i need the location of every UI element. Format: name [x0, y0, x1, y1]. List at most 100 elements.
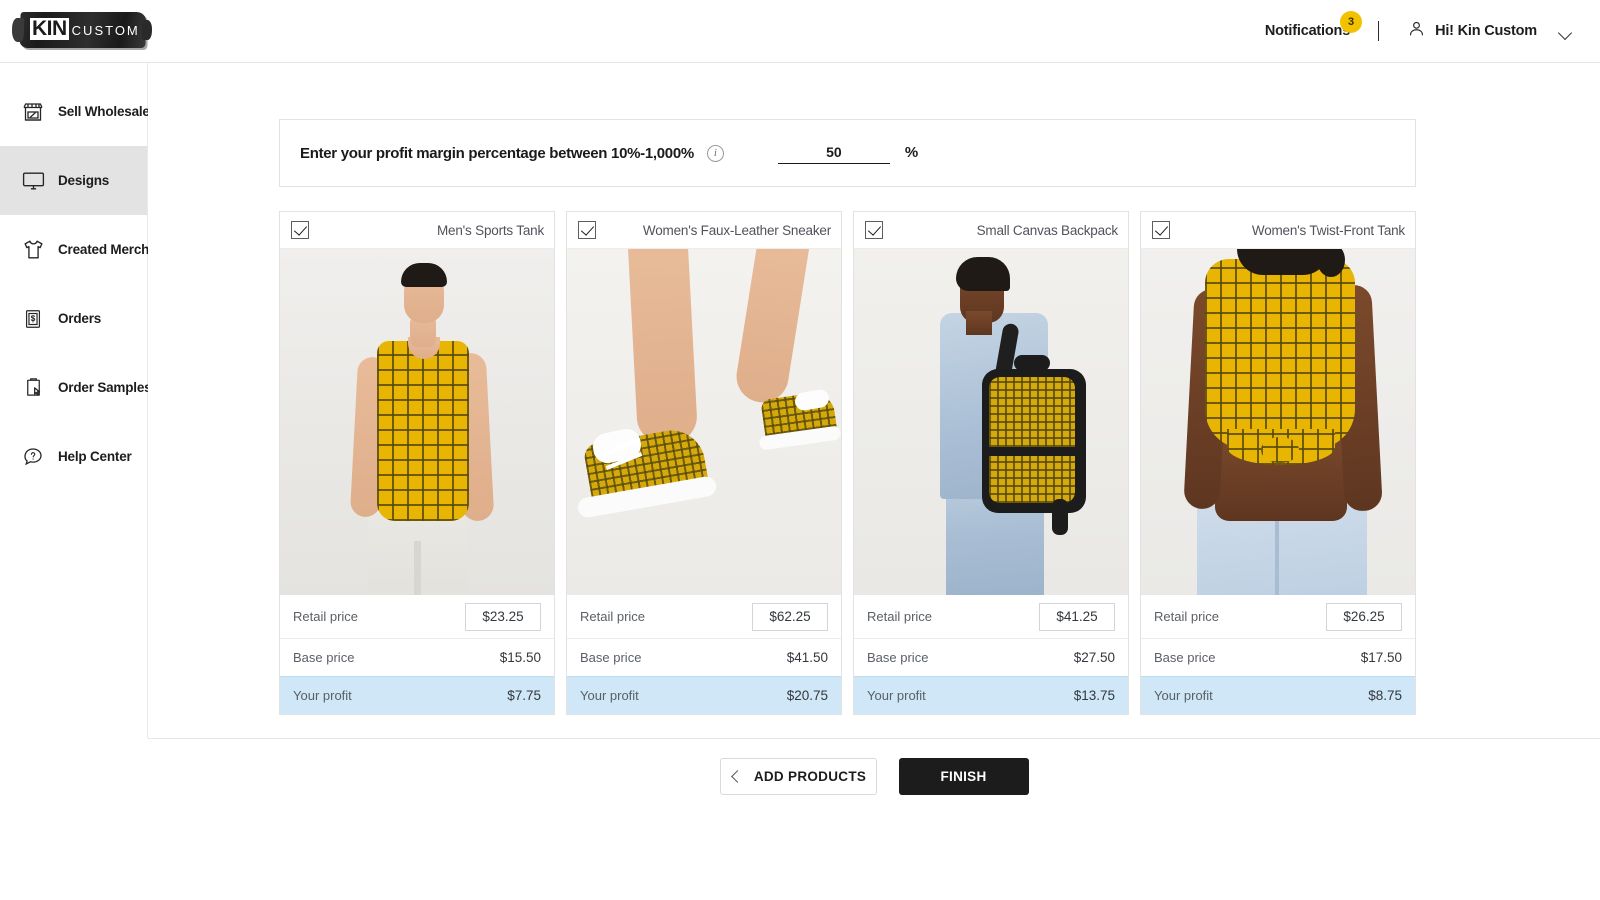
retail-price-label: Retail price	[293, 609, 358, 624]
product-photo-small-canvas-backpack	[854, 249, 1128, 595]
your-profit-value: $13.75	[1074, 688, 1115, 703]
logo-custom-text: CUSTOM	[72, 20, 140, 42]
sidebar-label: Order Samples	[58, 380, 151, 395]
product-card-header: Women's Faux-Leather Sneaker	[567, 212, 841, 249]
add-products-label: ADD PRODUCTS	[754, 769, 866, 784]
chevron-down-icon[interactable]	[1560, 28, 1572, 35]
profit-margin-input-group: %	[778, 143, 918, 164]
sidebar-label: Designs	[58, 173, 109, 188]
retail-price-row: Retail price $41.25	[854, 595, 1128, 638]
sidebar-label: Sell Wholesale	[58, 104, 150, 119]
header-right-group: Notifications 3 Hi! Kin Custom	[1265, 0, 1572, 62]
main-content: Enter your profit margin percentage betw…	[148, 63, 1600, 738]
retail-price-input[interactable]: $23.25	[465, 603, 541, 631]
top-header: KIN CUSTOM Notifications 3 Hi! Kin Custo…	[0, 0, 1600, 63]
sidebar-label: Help Center	[58, 449, 132, 464]
your-profit-value: $8.75	[1368, 688, 1402, 703]
product-checkbox[interactable]	[578, 221, 596, 239]
your-profit-value: $20.75	[787, 688, 828, 703]
product-card-header: Small Canvas Backpack	[854, 212, 1128, 249]
base-price-value: $27.50	[1074, 650, 1115, 665]
your-profit-label: Your profit	[580, 688, 639, 703]
product-card: Women's Faux-Leather Sneaker	[566, 211, 842, 715]
retail-price-row: Retail price $62.25	[567, 595, 841, 638]
user-menu[interactable]: Hi! Kin Custom	[1407, 19, 1572, 43]
sidebar-item-designs[interactable]: Designs	[0, 146, 147, 215]
base-price-value: $17.50	[1361, 650, 1402, 665]
notifications-button[interactable]: Notifications 3	[1265, 23, 1350, 39]
retail-price-label: Retail price	[580, 609, 645, 624]
sidebar-item-created-merch[interactable]: Created Merch	[0, 215, 147, 284]
monitor-icon	[20, 168, 46, 194]
profit-margin-input[interactable]	[778, 143, 890, 164]
chevron-left-icon	[730, 771, 741, 782]
profit-margin-prompt: Enter your profit margin percentage betw…	[300, 145, 694, 162]
finish-button[interactable]: FINISH	[899, 758, 1029, 795]
base-price-label: Base price	[580, 650, 641, 665]
footer-actions: ADD PRODUCTS FINISH	[148, 739, 1600, 900]
storefront-icon	[20, 99, 46, 125]
product-card-header: Women's Twist-Front Tank	[1141, 212, 1415, 249]
base-price-row: Base price $15.50	[280, 638, 554, 676]
product-photo-womens-sneaker	[567, 249, 841, 595]
user-greeting: Hi! Kin Custom	[1435, 23, 1537, 39]
your-profit-row: Your profit $8.75	[1141, 676, 1415, 714]
your-profit-label: Your profit	[867, 688, 926, 703]
retail-price-row: Retail price $26.25	[1141, 595, 1415, 638]
retail-price-label: Retail price	[1154, 609, 1219, 624]
sidebar-item-order-samples[interactable]: Order Samples	[0, 353, 147, 422]
product-title: Women's Twist-Front Tank	[1252, 223, 1405, 238]
kin-custom-logo[interactable]: KIN CUSTOM	[20, 10, 150, 52]
sidebar-item-help-center[interactable]: Help Center	[0, 422, 147, 491]
product-checkbox[interactable]	[291, 221, 309, 239]
base-price-label: Base price	[1154, 650, 1215, 665]
retail-price-label: Retail price	[867, 609, 932, 624]
notifications-badge: 3	[1340, 11, 1362, 33]
product-title: Small Canvas Backpack	[977, 223, 1118, 238]
product-checkbox[interactable]	[1152, 221, 1170, 239]
base-price-row: Base price $27.50	[854, 638, 1128, 676]
sidebar-item-orders[interactable]: Orders	[0, 284, 147, 353]
finish-label: FINISH	[940, 769, 986, 784]
retail-price-input[interactable]: $41.25	[1039, 603, 1115, 631]
product-card-header: Men's Sports Tank	[280, 212, 554, 249]
your-profit-label: Your profit	[293, 688, 352, 703]
retail-price-input[interactable]: $62.25	[752, 603, 828, 631]
percent-symbol: %	[905, 144, 918, 161]
info-icon[interactable]: i	[707, 145, 724, 162]
your-profit-row: Your profit $13.75	[854, 676, 1128, 714]
question-bubble-icon	[20, 444, 46, 470]
base-price-value: $15.50	[500, 650, 541, 665]
your-profit-row: Your profit $7.75	[280, 676, 554, 714]
notifications-label: Notifications	[1265, 23, 1350, 39]
sidebar-label: Orders	[58, 311, 101, 326]
sidebar: Sell Wholesale Designs Created Merch	[0, 63, 148, 738]
product-title: Women's Faux-Leather Sneaker	[643, 223, 831, 238]
base-price-label: Base price	[293, 650, 354, 665]
person-icon	[1407, 19, 1426, 43]
your-profit-label: Your profit	[1154, 688, 1213, 703]
retail-price-row: Retail price $23.25	[280, 595, 554, 638]
product-title: Men's Sports Tank	[437, 223, 544, 238]
sidebar-label: Created Merch	[58, 242, 149, 257]
receipt-dollar-icon	[20, 306, 46, 332]
base-price-value: $41.50	[787, 650, 828, 665]
app-root: KIN CUSTOM Notifications 3 Hi! Kin Custo…	[0, 0, 1600, 900]
base-price-row: Base price $17.50	[1141, 638, 1415, 676]
clipboard-cursor-icon	[20, 375, 46, 401]
product-card: Small Canvas Backpack	[853, 211, 1129, 715]
sidebar-item-sell-wholesale[interactable]: Sell Wholesale	[0, 77, 147, 146]
product-checkbox[interactable]	[865, 221, 883, 239]
header-divider	[1378, 21, 1379, 41]
profit-margin-bar: Enter your profit margin percentage betw…	[279, 119, 1416, 187]
base-price-label: Base price	[867, 650, 928, 665]
product-photo-womens-twist-front-tank	[1141, 249, 1415, 595]
add-products-button[interactable]: ADD PRODUCTS	[720, 758, 877, 795]
logo-kin-text: KIN	[30, 18, 69, 40]
product-card: Men's Sports Tank	[279, 211, 555, 715]
product-card: Women's Twist-Front Tank	[1140, 211, 1416, 715]
base-price-row: Base price $41.50	[567, 638, 841, 676]
retail-price-input[interactable]: $26.25	[1326, 603, 1402, 631]
your-profit-row: Your profit $20.75	[567, 676, 841, 714]
product-card-list: Men's Sports Tank	[279, 211, 1416, 715]
